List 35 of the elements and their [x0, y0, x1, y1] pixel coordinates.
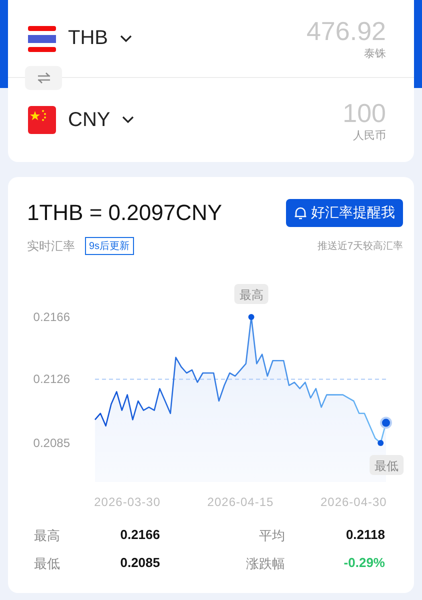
currency-code[interactable]: CNY — [68, 108, 110, 132]
y-axis-label: 0.2166 — [33, 310, 70, 324]
min-point — [378, 440, 384, 446]
bell-icon — [294, 206, 307, 220]
stat-label: 最低 — [34, 555, 61, 573]
stat-value: 0.2118 — [344, 527, 385, 544]
stat-label: 最高 — [34, 527, 61, 545]
stat-value: 0.2166 — [119, 527, 160, 544]
currency-name: 人民币 — [353, 128, 386, 142]
chevron-down-icon — [120, 34, 132, 42]
rate-alert-button[interactable]: 好汇率提醒我 — [286, 199, 403, 227]
refresh-badge: 9s后更新 — [85, 237, 134, 255]
max-label: 最高 — [234, 284, 268, 304]
rate-label: 实时汇率 — [27, 238, 75, 254]
rate-title: 1THB = 0.2097CNY — [27, 200, 222, 226]
y-axis-label: 0.2085 — [33, 436, 70, 450]
x-axis-label: 2026-03-30 — [94, 495, 161, 509]
swap-icon — [36, 72, 50, 84]
flag-icon — [28, 24, 56, 52]
swap-button[interactable] — [25, 66, 62, 90]
stat-value: 0.2085 — [119, 555, 160, 572]
chevron-down-icon — [122, 116, 134, 124]
stat-value: -0.29% — [342, 555, 385, 572]
current-point — [380, 416, 392, 429]
x-axis-label: 2026-04-15 — [207, 495, 274, 509]
flag-icon — [28, 106, 56, 134]
currency-name: 泰铢 — [364, 47, 386, 61]
stat-label: 平均 — [258, 527, 285, 545]
max-point — [248, 314, 254, 320]
currency-code[interactable]: THB — [68, 27, 108, 50]
x-axis-label: 2026-04-30 — [320, 495, 387, 509]
min-label: 最低 — [370, 455, 404, 475]
y-axis-label: 0.2126 — [33, 372, 70, 386]
alert-hint: 推送近7天较高汇率 — [317, 240, 403, 253]
stat-label: 涨跌幅 — [245, 555, 285, 573]
